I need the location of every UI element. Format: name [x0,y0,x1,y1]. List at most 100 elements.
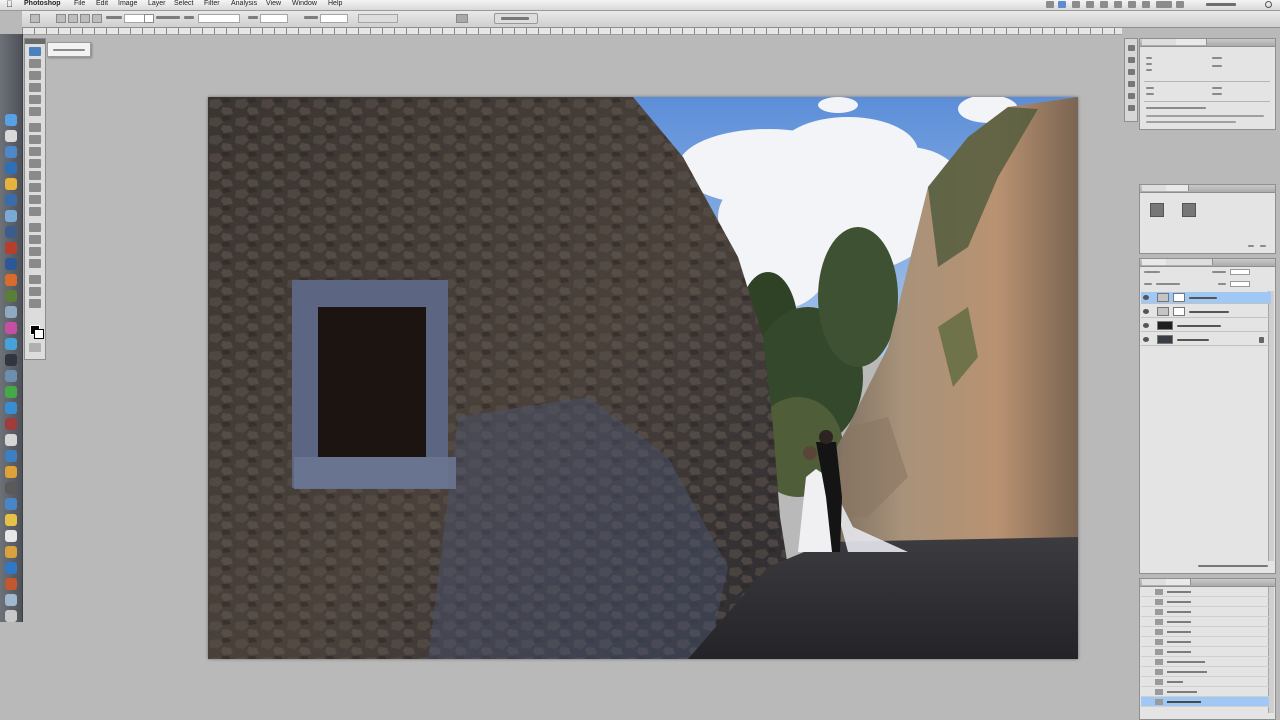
itunes-icon[interactable] [5,210,17,222]
tool-preset-picker-icon[interactable] [30,14,40,23]
tab-channels[interactable] [1166,259,1193,265]
menu-edit[interactable]: Edit [96,0,108,7]
bluetooth-icon[interactable] [1086,1,1094,8]
clone-stamp-tool-icon[interactable] [29,147,41,156]
history-step[interactable] [1141,647,1269,657]
menu-select[interactable]: Select [174,0,193,7]
gradient-tool-icon[interactable] [29,183,41,192]
script-menu-icon[interactable] [1046,1,1054,8]
masks-footer-icon[interactable] [1248,245,1254,247]
document-canvas[interactable] [208,97,1078,659]
hand-tool-icon[interactable] [29,287,41,296]
user-icon[interactable] [1156,1,1172,8]
style-select[interactable] [198,14,240,23]
crop-tool-icon[interactable] [29,95,41,104]
move-tool-icon[interactable] [29,47,41,56]
system-preferences-icon[interactable] [5,370,17,382]
sync-icon[interactable] [1058,1,1066,8]
apple-icon[interactable]:  [6,0,13,9]
mail-icon[interactable] [5,146,17,158]
menu-help[interactable]: Help [328,0,342,7]
zoom-tool-icon[interactable] [29,299,41,308]
subtract-selection-icon[interactable] [80,14,90,23]
marquee-tool-icon[interactable] [29,59,41,68]
pen-tool-icon[interactable] [29,223,41,232]
app-icon-green-2[interactable] [5,386,17,398]
workspace-switcher[interactable] [494,13,538,24]
history-step[interactable] [1141,597,1269,607]
tab-paths[interactable] [1192,259,1213,265]
pixel-mask-icon[interactable] [1150,203,1164,217]
mask-thumb[interactable] [1173,307,1185,316]
app-icon-orange-2[interactable] [5,546,17,558]
tab-history[interactable] [1166,579,1191,585]
menu-layer[interactable]: Layer [148,0,166,7]
tool-presets-icon[interactable] [1128,81,1135,87]
clock-icon[interactable] [1206,3,1236,6]
menu-file[interactable]: File [74,0,85,7]
app-icon-orange[interactable] [5,466,17,478]
width-field[interactable] [260,14,288,23]
time-machine-icon[interactable] [1100,1,1108,8]
app-icon-green[interactable] [5,290,17,302]
layer-row-hue-saturation[interactable] [1141,306,1271,318]
app-icon-blue-4[interactable] [5,562,17,574]
tab-actions[interactable] [1142,579,1167,585]
layer-row-background-copy[interactable] [1141,320,1271,332]
character-icon[interactable] [1128,93,1135,99]
bridge-icon[interactable] [5,258,17,270]
document-icon[interactable] [5,530,17,542]
tab-layers[interactable] [1142,259,1167,265]
menu-analysis[interactable]: Analysis [231,0,257,7]
shape-tool-icon[interactable] [29,259,41,268]
lock-icons[interactable] [1156,283,1180,285]
volume-icon[interactable] [1128,1,1136,8]
iphoto-icon[interactable] [5,194,17,206]
paragraph-icon[interactable] [1128,105,1135,111]
menu-window[interactable]: Window [292,0,317,7]
healing-brush-tool-icon[interactable] [29,123,41,132]
dodge-tool-icon[interactable] [29,207,41,216]
ical-icon[interactable] [5,178,17,190]
battery-icon[interactable] [1072,1,1080,8]
intersect-selection-icon[interactable] [92,14,102,23]
new-selection-icon[interactable] [56,14,66,23]
brush-presets-icon[interactable] [1128,57,1135,63]
eye-icon[interactable] [1143,323,1149,328]
eye-icon[interactable] [1143,295,1149,300]
downloads-icon[interactable] [5,594,17,606]
menu-view[interactable]: View [266,0,281,7]
clone-source-icon[interactable] [1128,69,1135,75]
dashboard-icon[interactable] [5,130,17,142]
workspace-icon[interactable] [456,14,468,23]
input-menu-icon[interactable] [1176,1,1184,8]
history-step[interactable] [1141,637,1269,647]
history-step[interactable] [1141,667,1269,677]
history-step[interactable] [1141,677,1269,687]
menu-image[interactable]: Image [118,0,137,7]
blend-mode-select[interactable] [1144,271,1160,273]
history-step[interactable] [1141,687,1269,697]
background-color-swatch[interactable] [34,329,44,339]
photoshop-icon[interactable] [5,226,17,238]
tab-navigator[interactable] [1142,39,1177,45]
add-selection-icon[interactable] [68,14,78,23]
preview-icon[interactable] [5,306,17,318]
acrobat-icon[interactable] [5,242,17,254]
lasso-tool-icon[interactable] [29,71,41,80]
illustrator-icon[interactable] [5,274,17,286]
app-icon-blue-3[interactable] [5,498,17,510]
refine-edge-button[interactable] [358,14,398,23]
quick-selection-tool-icon[interactable] [29,83,41,92]
eyedropper-tool-icon[interactable] [29,107,41,116]
panel-toggle-icon[interactable] [1128,45,1135,51]
trash-icon[interactable] [5,610,17,622]
tab-info[interactable] [1176,39,1207,45]
path-selection-tool-icon[interactable] [29,247,41,256]
app-icon-gray[interactable] [5,482,17,494]
eye-icon[interactable] [1143,309,1149,314]
tab-masks[interactable] [1166,185,1189,191]
app-icon-yellow[interactable] [5,514,17,526]
app-icon-blue-2[interactable] [5,450,17,462]
finder-icon[interactable] [5,114,17,126]
